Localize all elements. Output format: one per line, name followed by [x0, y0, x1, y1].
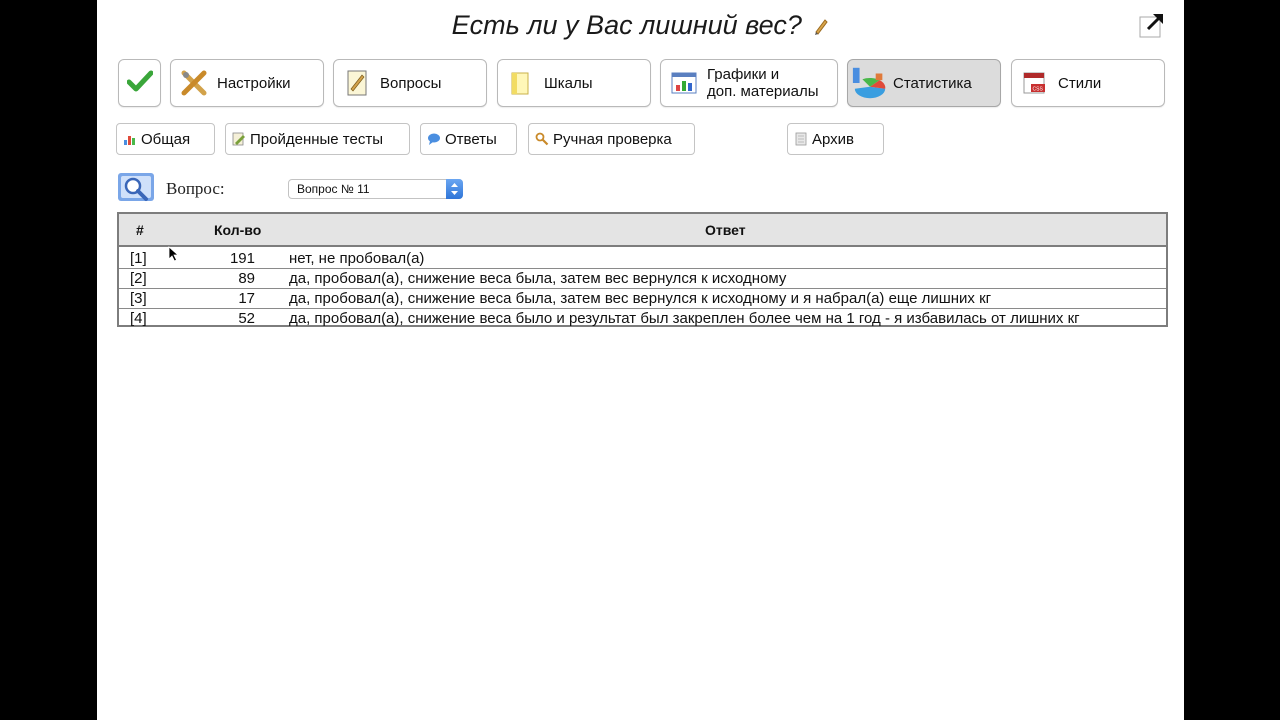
styles-button[interactable]: CSS Стили [1011, 59, 1165, 107]
settings-button[interactable]: Настройки [170, 59, 324, 107]
tab-archive[interactable]: Архив [787, 123, 884, 155]
question-select[interactable]: Вопрос № 11 [288, 179, 463, 199]
select-arrows-icon [446, 179, 463, 199]
document-edit-icon [232, 132, 246, 146]
page: Есть ли у Вас лишний вес? Настройки Вопр… [97, 0, 1184, 720]
tab-passed-tests-label: Пройденные тесты [250, 130, 383, 148]
row-count: 89 [238, 270, 255, 287]
tab-answers[interactable]: Ответы [420, 123, 517, 155]
question-label: Вопрос: [166, 179, 225, 198]
scales-icon [507, 69, 535, 97]
graphics-label: Графики и доп. материалы [707, 66, 819, 100]
answers-table: # Кол-во Ответ [1] 191 нет, не пробовал(… [117, 212, 1168, 327]
settings-label: Настройки [217, 74, 291, 92]
archive-icon [794, 132, 808, 146]
tab-general[interactable]: Общая [116, 123, 215, 155]
statistics-label: Статистика [893, 74, 972, 92]
magnifier-icon [535, 132, 549, 146]
tab-manual-check-label: Ручная проверка [553, 130, 672, 148]
row-count: 17 [238, 290, 255, 307]
graphics-label-line2: доп. материалы [707, 83, 819, 100]
graphics-button[interactable]: Графики и доп. материалы [660, 59, 838, 107]
table-row: [4] 52 да, пробовал(а), снижение веса бы… [119, 309, 1166, 329]
row-count: 52 [238, 310, 255, 327]
header-answer: Ответ [705, 222, 746, 238]
header-idx: # [136, 222, 144, 238]
charts-icon [670, 69, 698, 97]
statistics-icon [851, 63, 889, 103]
styles-label: Стили [1058, 74, 1102, 92]
questions-label: Вопросы [380, 74, 442, 92]
check-icon [126, 70, 153, 96]
graphics-label-line1: Графики и [707, 66, 780, 83]
tab-answers-label: Ответы [445, 130, 497, 148]
header-count: Кол-во [214, 222, 262, 238]
settings-icon [180, 69, 208, 97]
row-idx: [3] [130, 290, 147, 307]
table-row: [3] 17 да, пробовал(а), снижение веса бы… [119, 289, 1166, 309]
table-row: [1] 191 нет, не пробовал(а) [119, 249, 1166, 269]
page-title: Есть ли у Вас лишний вес? [97, 10, 1184, 42]
row-idx: [4] [130, 310, 147, 327]
pencil-icon[interactable] [813, 11, 829, 42]
table-row: [2] 89 да, пробовал(а), снижение веса бы… [119, 269, 1166, 289]
row-count: 191 [229, 250, 255, 267]
bar-chart-icon [123, 132, 137, 146]
statistics-button[interactable]: Статистика [847, 59, 1001, 107]
tab-general-label: Общая [141, 130, 191, 148]
speech-bubble-icon [427, 132, 441, 146]
scales-button[interactable]: Шкалы [497, 59, 651, 107]
scales-label: Шкалы [544, 74, 593, 92]
page-title-text: Есть ли у Вас лишний вес? [451, 10, 802, 40]
tab-manual-check[interactable]: Ручная проверка [528, 123, 695, 155]
questions-icon [343, 69, 371, 97]
questions-button[interactable]: Вопросы [333, 59, 487, 107]
check-button[interactable] [118, 59, 161, 107]
search-icon [117, 172, 155, 204]
popout-icon[interactable] [1139, 12, 1165, 38]
table-header: # Кол-во Ответ [119, 214, 1166, 247]
row-answer: нет, не пробовал(а) [289, 250, 425, 267]
tab-passed-tests[interactable]: Пройденные тесты [225, 123, 410, 155]
tab-archive-label: Архив [812, 130, 855, 148]
row-answer: да, пробовал(а), снижение веса была, зат… [289, 290, 992, 307]
row-answer: да, пробовал(а), снижение веса было и ре… [289, 310, 1080, 327]
styles-icon: CSS [1021, 69, 1049, 97]
svg-text:CSS: CSS [1033, 87, 1044, 93]
mouse-cursor-icon [168, 246, 180, 267]
row-answer: да, пробовал(а), снижение веса была, зат… [289, 270, 787, 287]
row-idx: [1] [130, 250, 147, 267]
row-idx: [2] [130, 270, 147, 287]
question-select-value: Вопрос № 11 [297, 182, 370, 196]
